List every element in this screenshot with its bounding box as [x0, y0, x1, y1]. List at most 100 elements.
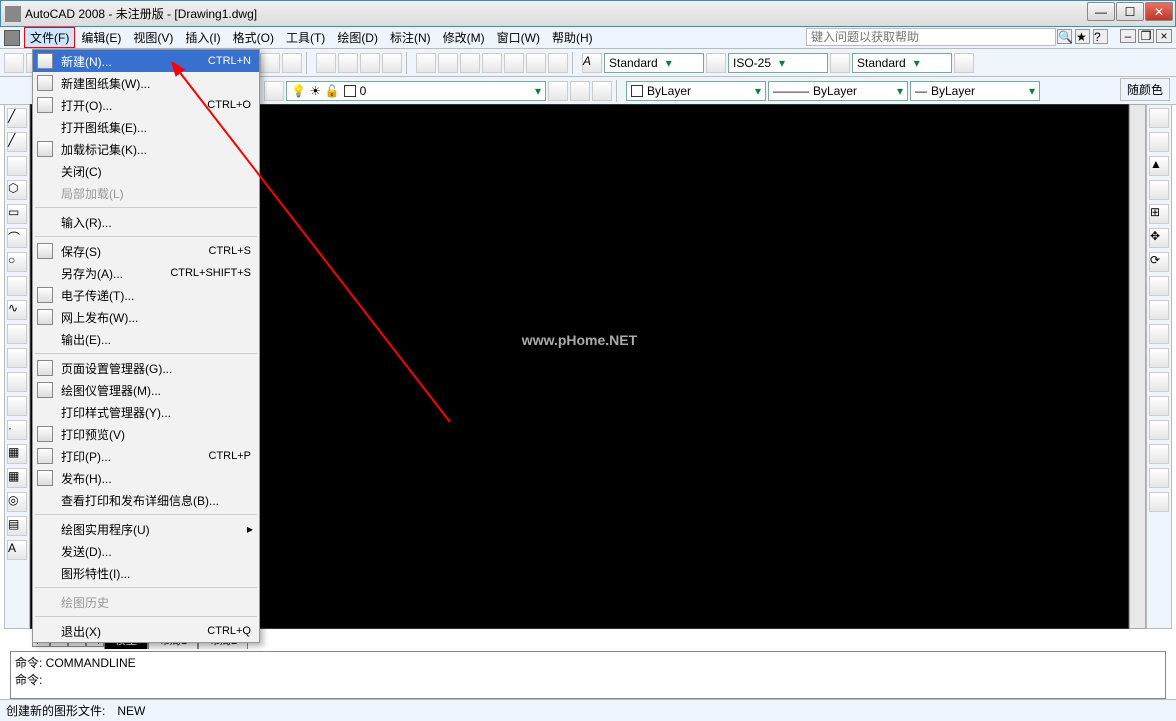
- offset-icon[interactable]: [1149, 180, 1169, 200]
- menu-help[interactable]: 帮助(H): [546, 27, 599, 48]
- layer-state-icon[interactable]: [570, 81, 590, 101]
- menu-item[interactable]: 绘图仪管理器(M)...: [33, 379, 259, 401]
- xline-icon[interactable]: ╱: [7, 132, 27, 152]
- make-block-icon[interactable]: [7, 396, 27, 416]
- globe-icon[interactable]: ?: [1093, 29, 1108, 44]
- menu-view[interactable]: 视图(V): [127, 27, 179, 48]
- erase-icon[interactable]: [1149, 108, 1169, 128]
- menu-item[interactable]: 发布(H)...: [33, 467, 259, 489]
- vertical-scrollbar[interactable]: [1129, 104, 1146, 629]
- line-icon[interactable]: ╱: [7, 108, 27, 128]
- menu-item[interactable]: 打开图纸集(E)...: [33, 116, 259, 138]
- menu-item[interactable]: 新建(N)...CTRL+N: [33, 50, 259, 72]
- dim-style-combo[interactable]: ISO-25▾: [728, 53, 828, 73]
- zoom-window-icon[interactable]: [360, 53, 380, 73]
- layer-iso-icon[interactable]: [592, 81, 612, 101]
- menu-item[interactable]: 打印(P)...CTRL+P: [33, 445, 259, 467]
- rect-icon[interactable]: ▭: [7, 204, 27, 224]
- arc-icon[interactable]: ⌒: [7, 228, 27, 248]
- table-style-icon[interactable]: [830, 53, 850, 73]
- sheet-set-icon[interactable]: [482, 53, 502, 73]
- explode-icon[interactable]: [1149, 492, 1169, 512]
- menu-insert[interactable]: 插入(I): [179, 27, 226, 48]
- menu-draw[interactable]: 绘图(D): [331, 27, 384, 48]
- array-icon[interactable]: ⊞: [1149, 204, 1169, 224]
- trim-icon[interactable]: [1149, 324, 1169, 344]
- menu-item[interactable]: 图形特性(I)...: [33, 562, 259, 584]
- zoom-prev-icon[interactable]: [382, 53, 402, 73]
- mtext-icon[interactable]: A: [7, 540, 27, 560]
- menu-item[interactable]: 保存(S)CTRL+S: [33, 240, 259, 262]
- close-button[interactable]: ✕: [1145, 2, 1173, 21]
- menu-item[interactable]: 输出(E)...: [33, 328, 259, 350]
- gradient-icon[interactable]: ▦: [7, 468, 27, 488]
- help-icon[interactable]: [548, 53, 568, 73]
- menu-item[interactable]: 局部加载(L): [33, 182, 259, 204]
- polygon-icon[interactable]: ⬡: [7, 180, 27, 200]
- circle-icon[interactable]: ○: [7, 252, 27, 272]
- point-icon[interactable]: ·: [7, 420, 27, 440]
- dim-style-icon[interactable]: [706, 53, 726, 73]
- menu-item[interactable]: 网上发布(W)...: [33, 306, 259, 328]
- menu-item[interactable]: 另存为(A)...CTRL+SHIFT+S: [33, 262, 259, 284]
- stretch-icon[interactable]: [1149, 300, 1169, 320]
- menu-item[interactable]: 打印样式管理器(Y)...: [33, 401, 259, 423]
- move-icon[interactable]: ✥: [1149, 228, 1169, 248]
- layer-prev-icon[interactable]: [548, 81, 568, 101]
- pline-icon[interactable]: [7, 156, 27, 176]
- bycolor-label[interactable]: 随颜色: [1120, 78, 1170, 101]
- ellipse-icon[interactable]: [7, 324, 27, 344]
- spline-icon[interactable]: ∿: [7, 300, 27, 320]
- undo-icon[interactable]: [260, 53, 280, 73]
- properties-icon[interactable]: [416, 53, 436, 73]
- join-icon[interactable]: [1149, 420, 1169, 440]
- menu-dimension[interactable]: 标注(N): [384, 27, 437, 48]
- menu-tools[interactable]: 工具(T): [280, 27, 331, 48]
- linetype-combo[interactable]: ———ByLayer▾: [768, 81, 908, 101]
- menu-window[interactable]: 窗口(W): [491, 27, 546, 48]
- revcloud-icon[interactable]: [7, 276, 27, 296]
- menu-item[interactable]: 新建图纸集(W)...: [33, 72, 259, 94]
- menu-item[interactable]: 绘图实用程序(U)▸: [33, 518, 259, 540]
- chamfer-icon[interactable]: [1149, 444, 1169, 464]
- new-icon[interactable]: [4, 53, 24, 73]
- lineweight-combo[interactable]: —ByLayer▾: [910, 81, 1040, 101]
- text-style-combo[interactable]: Standard▾: [604, 53, 704, 73]
- menu-format[interactable]: 格式(O): [227, 27, 280, 48]
- scale-icon[interactable]: [1149, 276, 1169, 296]
- region-icon[interactable]: ◎: [7, 492, 27, 512]
- command-line[interactable]: 命令: COMMANDLINE 命令:: [10, 651, 1166, 699]
- mirror-icon[interactable]: ▲: [1149, 156, 1169, 176]
- doc-max-button[interactable]: ❐: [1138, 29, 1154, 43]
- menu-item[interactable]: 加载标记集(K)...: [33, 138, 259, 160]
- star-icon[interactable]: ★: [1075, 29, 1090, 44]
- style-extra-icon[interactable]: [954, 53, 974, 73]
- menu-item[interactable]: 页面设置管理器(G)...: [33, 357, 259, 379]
- menu-file[interactable]: 文件(F): [24, 27, 75, 48]
- pan-icon[interactable]: [316, 53, 336, 73]
- menu-item[interactable]: 绘图历史: [33, 591, 259, 613]
- insert-block-icon[interactable]: [7, 372, 27, 392]
- layer-prop-icon[interactable]: [264, 81, 284, 101]
- tool-palette-icon[interactable]: [460, 53, 480, 73]
- markup-icon[interactable]: [504, 53, 524, 73]
- menu-item[interactable]: 关闭(C): [33, 160, 259, 182]
- table-icon[interactable]: ▤: [7, 516, 27, 536]
- layer-combo[interactable]: 💡 ☀ 🔓 0 ▾: [286, 81, 546, 101]
- doc-close-button[interactable]: ×: [1156, 29, 1172, 43]
- menu-item[interactable]: 打开(O)...CTRL+O: [33, 94, 259, 116]
- text-style-icon[interactable]: A: [582, 53, 602, 73]
- ellipse-arc-icon[interactable]: [7, 348, 27, 368]
- break2-icon[interactable]: [1149, 396, 1169, 416]
- maximize-button[interactable]: ☐: [1116, 2, 1144, 21]
- extend-icon[interactable]: [1149, 348, 1169, 368]
- fillet-icon[interactable]: [1149, 468, 1169, 488]
- color-combo[interactable]: ByLayer▾: [626, 81, 766, 101]
- break-icon[interactable]: [1149, 372, 1169, 392]
- menu-edit[interactable]: 编辑(E): [75, 27, 127, 48]
- menu-item[interactable]: 发送(D)...: [33, 540, 259, 562]
- search-icon[interactable]: 🔍: [1057, 29, 1072, 44]
- zoom-realtime-icon[interactable]: [338, 53, 358, 73]
- redo-icon[interactable]: [282, 53, 302, 73]
- menu-item[interactable]: 输入(R)...: [33, 211, 259, 233]
